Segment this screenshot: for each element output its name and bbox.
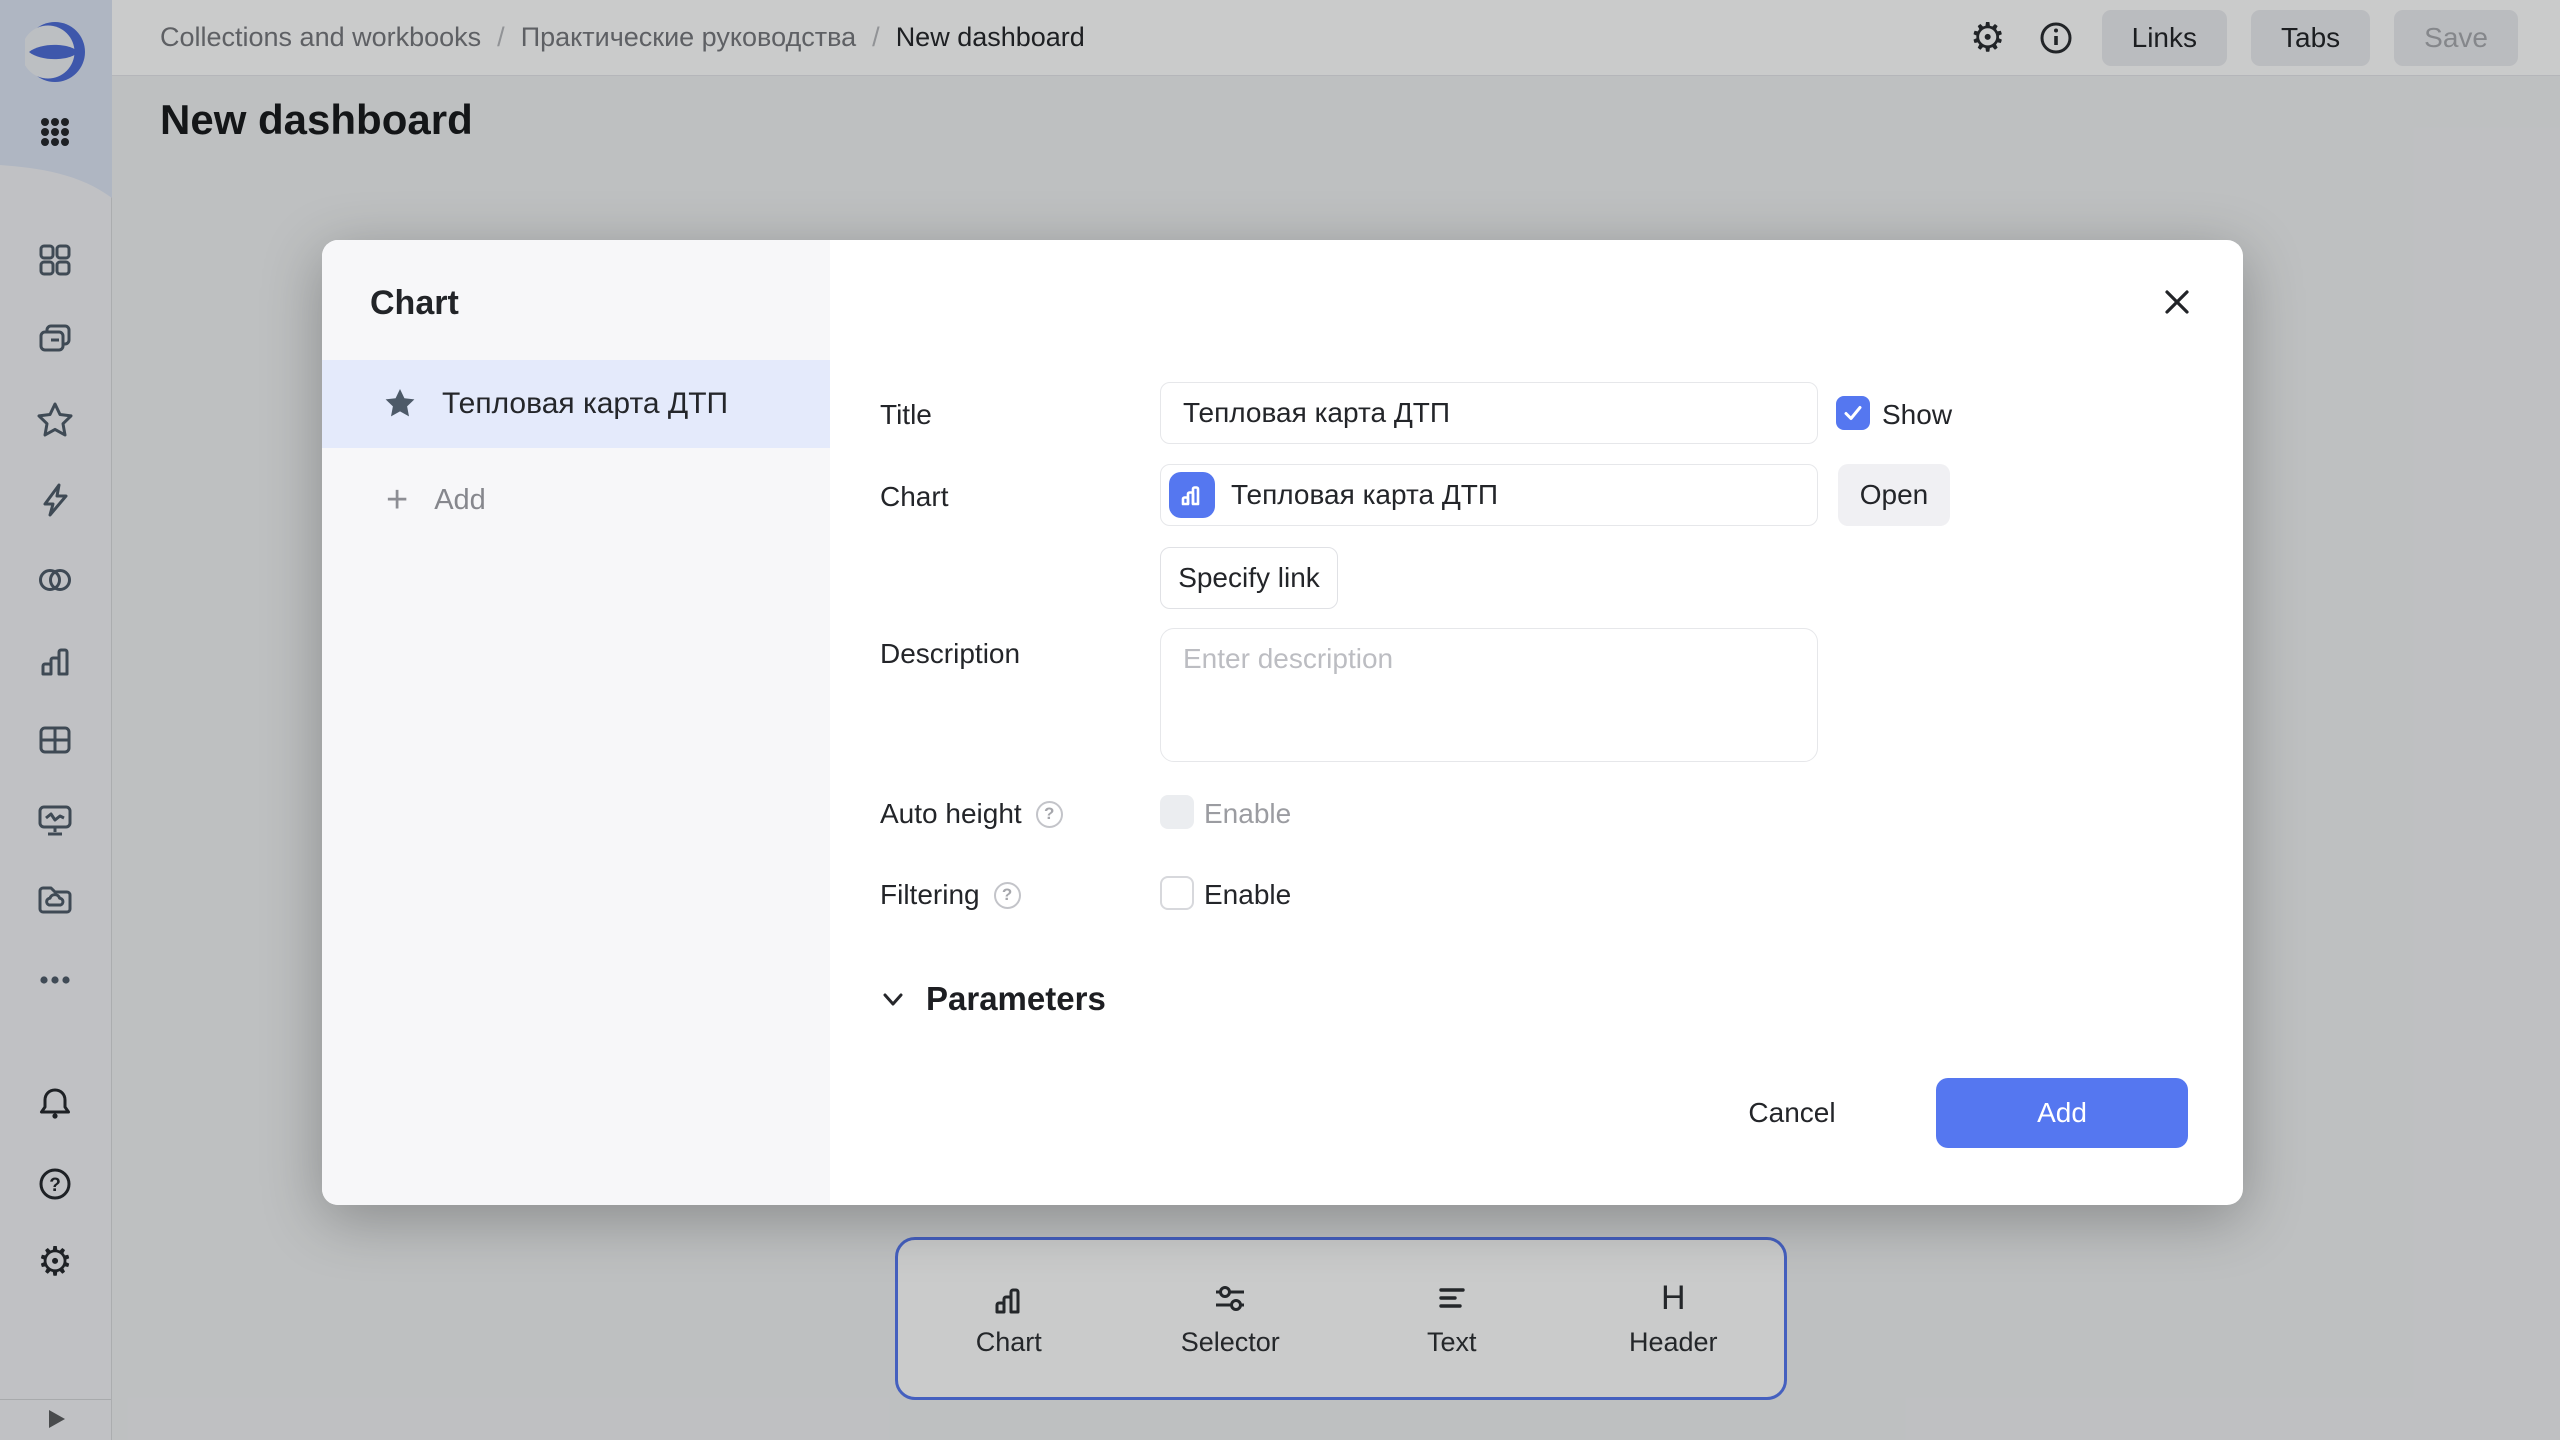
app-root: ? ⚙ Collections and workbooks / Практиче… (0, 0, 2560, 1440)
cancel-button[interactable]: Cancel (1730, 1078, 1854, 1148)
parameters-label: Parameters (926, 980, 1106, 1017)
plus-icon: + (386, 479, 409, 521)
modal-title: Chart (370, 284, 459, 322)
modal-side-panel: Chart Тепловая карта ДТП + Add (322, 240, 830, 1205)
filtering-label-text: Filtering (880, 879, 980, 910)
filtering-label: Filtering ? (880, 879, 1021, 911)
question-icon[interactable]: ? (1035, 800, 1063, 828)
star-icon (385, 389, 415, 417)
specify-link-button[interactable]: Specify link (1160, 547, 1338, 609)
description-textarea[interactable] (1160, 628, 1818, 762)
filtering-enable-label: Enable (1204, 879, 1292, 910)
description-label: Description (880, 638, 1021, 669)
auto-height-label-text: Auto height (880, 798, 1022, 829)
chart-label: Chart (880, 481, 949, 512)
show-checkbox[interactable] (1836, 396, 1870, 430)
list-item-label: Тепловая карта ДТП (442, 387, 729, 420)
add-tab-button[interactable]: + Add (322, 475, 830, 525)
auto-height-label: Auto height ? (880, 798, 1063, 830)
parameters-toggle[interactable]: Parameters (878, 980, 1106, 1018)
chart-input[interactable]: Тепловая карта ДТП (1160, 464, 1818, 526)
chevron-down-icon (883, 993, 903, 1006)
show-label: Show (1882, 399, 1953, 430)
title-input[interactable] (1160, 382, 1818, 444)
filtering-checkbox[interactable] (1160, 876, 1194, 910)
chart-widget-icon (1169, 472, 1215, 518)
question-icon[interactable]: ? (993, 881, 1021, 909)
add-button[interactable]: Add (1936, 1078, 2188, 1148)
open-button[interactable]: Open (1838, 464, 1950, 526)
close-icon[interactable] (2157, 282, 2197, 322)
chart-value: Тепловая карта ДТП (1231, 479, 1499, 510)
chart-settings-dialog: Chart Тепловая карта ДТП + Add Title Теп… (322, 240, 2243, 1205)
list-item-selected[interactable]: Тепловая карта ДТП (322, 360, 830, 448)
auto-height-checkbox[interactable] (1160, 795, 1194, 829)
auto-height-enable-label: Enable (1204, 798, 1292, 829)
add-tab-label: Add (434, 483, 486, 516)
title-label: Title (880, 399, 932, 430)
check-icon (1844, 406, 1862, 420)
